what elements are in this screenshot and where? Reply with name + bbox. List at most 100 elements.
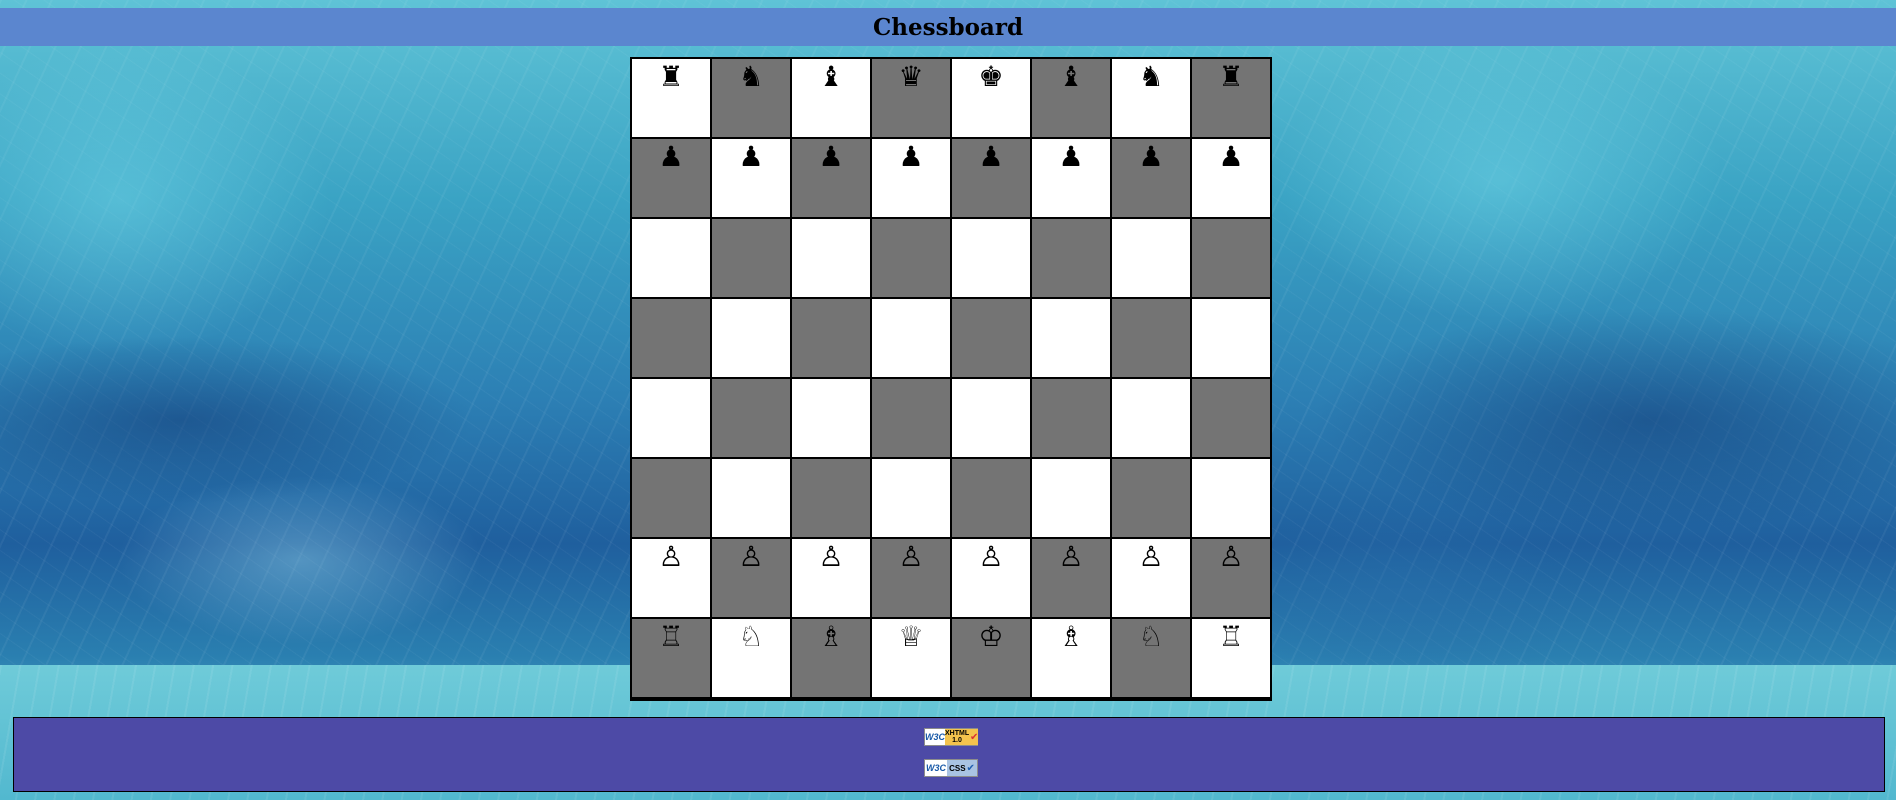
square-e7[interactable]: ♟: [951, 138, 1031, 218]
chess-piece[interactable]: ♚: [978, 63, 1003, 91]
square-c5[interactable]: [791, 298, 871, 378]
square-d3[interactable]: [871, 458, 951, 538]
chess-piece[interactable]: ♝: [818, 63, 843, 91]
chess-piece[interactable]: ♟: [978, 143, 1003, 171]
chess-piece[interactable]: ♜: [658, 63, 683, 91]
square-g6[interactable]: [1111, 218, 1191, 298]
chess-piece[interactable]: ♘: [738, 623, 763, 651]
chess-piece[interactable]: ♙: [658, 543, 683, 571]
square-d1[interactable]: ♕: [871, 618, 951, 698]
square-h6[interactable]: [1191, 218, 1271, 298]
square-b7[interactable]: ♟: [711, 138, 791, 218]
square-a3[interactable]: [631, 458, 711, 538]
chess-piece[interactable]: ♞: [1138, 63, 1163, 91]
square-d8[interactable]: ♛: [871, 58, 951, 138]
chess-piece[interactable]: ♖: [658, 623, 683, 651]
square-f2[interactable]: ♙: [1031, 538, 1111, 618]
square-e1[interactable]: ♔: [951, 618, 1031, 698]
chess-piece[interactable]: ♜: [1218, 63, 1243, 91]
square-f8[interactable]: ♝: [1031, 58, 1111, 138]
chess-piece[interactable]: ♙: [1058, 543, 1083, 571]
w3c-xhtml-badge[interactable]: W3C XHTML 1.0 ✔: [924, 728, 979, 746]
square-b4[interactable]: [711, 378, 791, 458]
square-e3[interactable]: [951, 458, 1031, 538]
square-f1[interactable]: ♗: [1031, 618, 1111, 698]
square-c7[interactable]: ♟: [791, 138, 871, 218]
square-a2[interactable]: ♙: [631, 538, 711, 618]
square-b3[interactable]: [711, 458, 791, 538]
square-g8[interactable]: ♞: [1111, 58, 1191, 138]
square-a4[interactable]: [631, 378, 711, 458]
square-c2[interactable]: ♙: [791, 538, 871, 618]
square-b2[interactable]: ♙: [711, 538, 791, 618]
square-e5[interactable]: [951, 298, 1031, 378]
square-h1[interactable]: ♖: [1191, 618, 1271, 698]
chess-piece[interactable]: ♙: [898, 543, 923, 571]
chess-piece[interactable]: ♟: [1218, 143, 1243, 171]
square-c8[interactable]: ♝: [791, 58, 871, 138]
square-c1[interactable]: ♗: [791, 618, 871, 698]
badge-label: XHTML 1.0 ✔: [945, 729, 979, 745]
square-b8[interactable]: ♞: [711, 58, 791, 138]
square-b6[interactable]: [711, 218, 791, 298]
square-b1[interactable]: ♘: [711, 618, 791, 698]
square-a8[interactable]: ♜: [631, 58, 711, 138]
w3c-css-badge[interactable]: W3C CSS ✔: [924, 759, 978, 777]
square-e2[interactable]: ♙: [951, 538, 1031, 618]
chess-piece[interactable]: ♖: [1218, 623, 1243, 651]
square-a1[interactable]: ♖: [631, 618, 711, 698]
square-g5[interactable]: [1111, 298, 1191, 378]
square-e4[interactable]: [951, 378, 1031, 458]
square-f6[interactable]: [1031, 218, 1111, 298]
chess-piece[interactable]: ♙: [1138, 543, 1163, 571]
square-e6[interactable]: [951, 218, 1031, 298]
square-d7[interactable]: ♟: [871, 138, 951, 218]
chess-piece[interactable]: ♙: [818, 543, 843, 571]
square-g2[interactable]: ♙: [1111, 538, 1191, 618]
square-h3[interactable]: [1191, 458, 1271, 538]
square-d2[interactable]: ♙: [871, 538, 951, 618]
square-a7[interactable]: ♟: [631, 138, 711, 218]
square-c3[interactable]: [791, 458, 871, 538]
square-g7[interactable]: ♟: [1111, 138, 1191, 218]
square-c6[interactable]: [791, 218, 871, 298]
chess-piece[interactable]: ♗: [818, 623, 843, 651]
chess-piece[interactable]: ♟: [1138, 143, 1163, 171]
square-g4[interactable]: [1111, 378, 1191, 458]
square-g1[interactable]: ♘: [1111, 618, 1191, 698]
chess-piece[interactable]: ♔: [978, 623, 1003, 651]
chess-piece[interactable]: ♙: [738, 543, 763, 571]
chessboard[interactable]: ♜ ♞ ♝ ♛ ♚ ♝ ♞ ♜ ♟ ♟ ♟ ♟ ♟ ♟ ♟ ♟ ♙ ♙ ♙ ♙ ♙ ♙ ♙ ♙ ♖ ♘ ♗ ♕ ♔ ♗ ♘ ♖: [630, 57, 1272, 701]
square-h5[interactable]: [1191, 298, 1271, 378]
square-a5[interactable]: [631, 298, 711, 378]
square-g3[interactable]: [1111, 458, 1191, 538]
square-f5[interactable]: [1031, 298, 1111, 378]
square-b5[interactable]: [711, 298, 791, 378]
square-h7[interactable]: ♟: [1191, 138, 1271, 218]
square-f3[interactable]: [1031, 458, 1111, 538]
square-d5[interactable]: [871, 298, 951, 378]
square-d6[interactable]: [871, 218, 951, 298]
square-a6[interactable]: [631, 218, 711, 298]
chess-piece[interactable]: ♟: [818, 143, 843, 171]
chess-piece[interactable]: ♛: [898, 63, 923, 91]
square-h8[interactable]: ♜: [1191, 58, 1271, 138]
chess-piece[interactable]: ♕: [898, 623, 923, 651]
square-h2[interactable]: ♙: [1191, 538, 1271, 618]
square-c4[interactable]: [791, 378, 871, 458]
square-e8[interactable]: ♚: [951, 58, 1031, 138]
chess-piece[interactable]: ♟: [738, 143, 763, 171]
chess-piece[interactable]: ♞: [738, 63, 763, 91]
chess-piece[interactable]: ♙: [1218, 543, 1243, 571]
chess-piece[interactable]: ♟: [1058, 143, 1083, 171]
square-h4[interactable]: [1191, 378, 1271, 458]
chess-piece[interactable]: ♝: [1058, 63, 1083, 91]
square-f7[interactable]: ♟: [1031, 138, 1111, 218]
chess-piece[interactable]: ♗: [1058, 623, 1083, 651]
chess-piece[interactable]: ♟: [898, 143, 923, 171]
chess-piece[interactable]: ♙: [978, 543, 1003, 571]
chess-piece[interactable]: ♟: [658, 143, 683, 171]
chess-piece[interactable]: ♘: [1138, 623, 1163, 651]
square-d4[interactable]: [871, 378, 951, 458]
square-f4[interactable]: [1031, 378, 1111, 458]
